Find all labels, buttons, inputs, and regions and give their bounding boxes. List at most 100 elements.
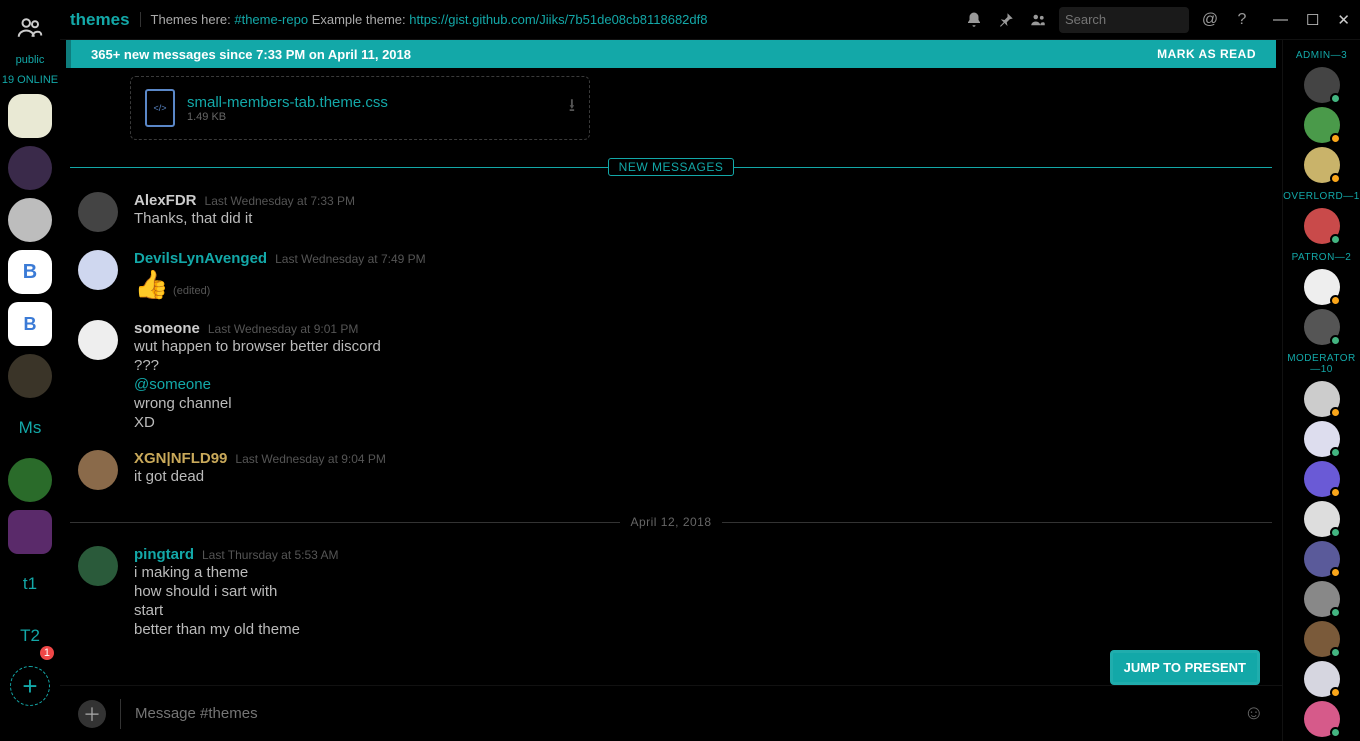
server-item[interactable] <box>8 146 52 190</box>
message: XGN|NFLD99 Last Wednesday at 9:04 PM it g… <box>70 438 1272 496</box>
message-list[interactable]: small-members-tab.theme.css 1.49 KB ⭳ NE… <box>60 68 1282 685</box>
mark-as-read-button[interactable]: MARK AS READ <box>1157 47 1256 61</box>
friends-icon[interactable] <box>12 10 48 46</box>
author-name[interactable]: DevilsLynAvenged <box>134 250 267 267</box>
window-controls: — ☐ ✕ <box>1273 11 1350 29</box>
member-avatar[interactable] <box>1304 309 1340 345</box>
member-avatar[interactable] <box>1304 581 1340 617</box>
server-item[interactable]: B <box>8 302 52 346</box>
emoji-picker-icon[interactable]: ☺ <box>1244 702 1264 725</box>
attachment-filesize: 1.49 KB <box>187 111 388 123</box>
avatar[interactable] <box>78 450 118 490</box>
server-item[interactable] <box>8 458 52 502</box>
timestamp: Last Wednesday at 9:04 PM <box>235 452 386 466</box>
role-header: ADMIN—3 <box>1283 46 1360 63</box>
timestamp: Last Wednesday at 9:01 PM <box>208 322 359 336</box>
server-item[interactable] <box>8 94 52 138</box>
mention[interactable]: @someone <box>134 375 1268 394</box>
member-avatar[interactable] <box>1304 67 1340 103</box>
member-avatar[interactable] <box>1304 421 1340 457</box>
server-item[interactable]: B <box>8 250 52 294</box>
message: someone Last Wednesday at 9:01 PM wut hap… <box>70 308 1272 438</box>
add-server-button[interactable]: + <box>10 666 50 706</box>
attach-button[interactable]: ＋ <box>78 700 106 728</box>
server-item[interactable]: T2 1 <box>8 614 52 658</box>
thumbs-up-emoji: 👍 <box>134 268 169 301</box>
avatar[interactable] <box>78 192 118 232</box>
jump-to-present-button[interactable]: JUMP TO PRESENT <box>1110 650 1260 685</box>
members-icon[interactable] <box>1027 9 1049 31</box>
message-input-bar: ＋ ☺ <box>60 685 1282 741</box>
minimize-button[interactable]: — <box>1273 11 1288 29</box>
topic-channel-link[interactable]: #theme-repo <box>234 12 308 27</box>
message-text: it got dead <box>134 467 1268 486</box>
titlebar: themes Themes here: #theme-repo Example … <box>60 0 1360 40</box>
server-item[interactable]: Ms <box>8 406 52 450</box>
maximize-button[interactable]: ☐ <box>1306 11 1319 29</box>
member-avatar[interactable] <box>1304 461 1340 497</box>
message-text: Thanks, that did it <box>134 209 1268 228</box>
author-name[interactable]: pingtard <box>134 546 194 563</box>
member-avatar[interactable] <box>1304 208 1340 244</box>
timestamp: Last Thursday at 5:53 AM <box>202 548 339 562</box>
pin-icon[interactable] <box>995 9 1017 31</box>
bell-icon[interactable] <box>963 9 985 31</box>
server-list: public 19 ONLINE B B Ms t1 T2 1 + <box>0 0 60 741</box>
server-item[interactable] <box>8 510 52 554</box>
member-avatar[interactable] <box>1304 621 1340 657</box>
channel-topic: Themes here: #theme-repo Example theme: … <box>140 12 708 27</box>
attachment-filename[interactable]: small-members-tab.theme.css <box>187 94 388 111</box>
message-input[interactable] <box>120 699 1230 729</box>
message-text: wrong channel <box>134 394 1268 413</box>
member-avatar[interactable] <box>1304 107 1340 143</box>
guild-public-label: public <box>16 54 45 66</box>
message: AlexFDRLast Wednesday at 7:33 PM Thanks,… <box>70 180 1272 238</box>
new-messages-divider: NEW MESSAGES <box>70 158 1272 176</box>
message-text: better than my old theme <box>134 620 1268 639</box>
message-text: ??? <box>134 356 1268 375</box>
author-name[interactable]: XGN|NFLD99 <box>134 450 227 467</box>
guild-online-label: 19 ONLINE <box>2 74 58 86</box>
role-header: PATRON—2 <box>1283 248 1360 265</box>
author-name[interactable]: AlexFDR <box>134 192 197 209</box>
server-item[interactable] <box>8 354 52 398</box>
author-name[interactable]: someone <box>134 320 200 337</box>
file-icon <box>145 89 175 127</box>
role-header: OVERLORD—1 <box>1283 187 1360 204</box>
close-button[interactable]: ✕ <box>1337 11 1350 29</box>
topic-url-link[interactable]: https://gist.github.com/Jiiks/7b51de08cb… <box>409 12 707 27</box>
mention-badge: 1 <box>40 646 54 660</box>
member-avatar[interactable] <box>1304 381 1340 417</box>
avatar[interactable] <box>78 320 118 360</box>
member-avatar[interactable] <box>1304 269 1340 305</box>
avatar[interactable] <box>78 546 118 586</box>
members-list: ADMIN—3 OVERLORD—1 PATRON—2 MODERATOR—10… <box>1282 40 1360 741</box>
new-messages-bar[interactable]: 365+ new messages since 7:33 PM on April… <box>66 40 1276 68</box>
message: pingtard Last Thursday at 5:53 AM i makin… <box>70 534 1272 645</box>
member-avatar[interactable] <box>1304 541 1340 577</box>
timestamp: Last Wednesday at 7:49 PM <box>275 252 426 266</box>
message: DevilsLynAvenged Last Wednesday at 7:49 P… <box>70 238 1272 308</box>
role-header: MODERATOR—10 <box>1283 349 1360 377</box>
date-divider: April 12, 2018 <box>70 514 1272 530</box>
message-text: how should i sart with <box>134 582 1268 601</box>
avatar[interactable] <box>78 250 118 290</box>
message-text: start <box>134 601 1268 620</box>
search-box[interactable] <box>1059 7 1189 33</box>
member-avatar[interactable] <box>1304 501 1340 537</box>
mentions-icon[interactable]: @ <box>1199 9 1221 31</box>
app-main: themes Themes here: #theme-repo Example … <box>60 0 1360 741</box>
message-text: wut happen to browser better discord <box>134 337 1268 356</box>
chat-area: 365+ new messages since 7:33 PM on April… <box>60 40 1282 741</box>
download-icon[interactable]: ⭳ <box>569 93 575 123</box>
channel-name: themes <box>70 10 130 30</box>
member-avatar[interactable] <box>1304 147 1340 183</box>
file-attachment[interactable]: small-members-tab.theme.css 1.49 KB ⭳ <box>130 76 590 140</box>
server-item[interactable]: t1 <box>8 562 52 606</box>
message-text: XD <box>134 413 1268 432</box>
member-avatar[interactable] <box>1304 661 1340 697</box>
message-text: i making a theme <box>134 563 1268 582</box>
member-avatar[interactable] <box>1304 701 1340 737</box>
server-item[interactable] <box>8 198 52 242</box>
help-icon[interactable]: ? <box>1231 9 1253 31</box>
